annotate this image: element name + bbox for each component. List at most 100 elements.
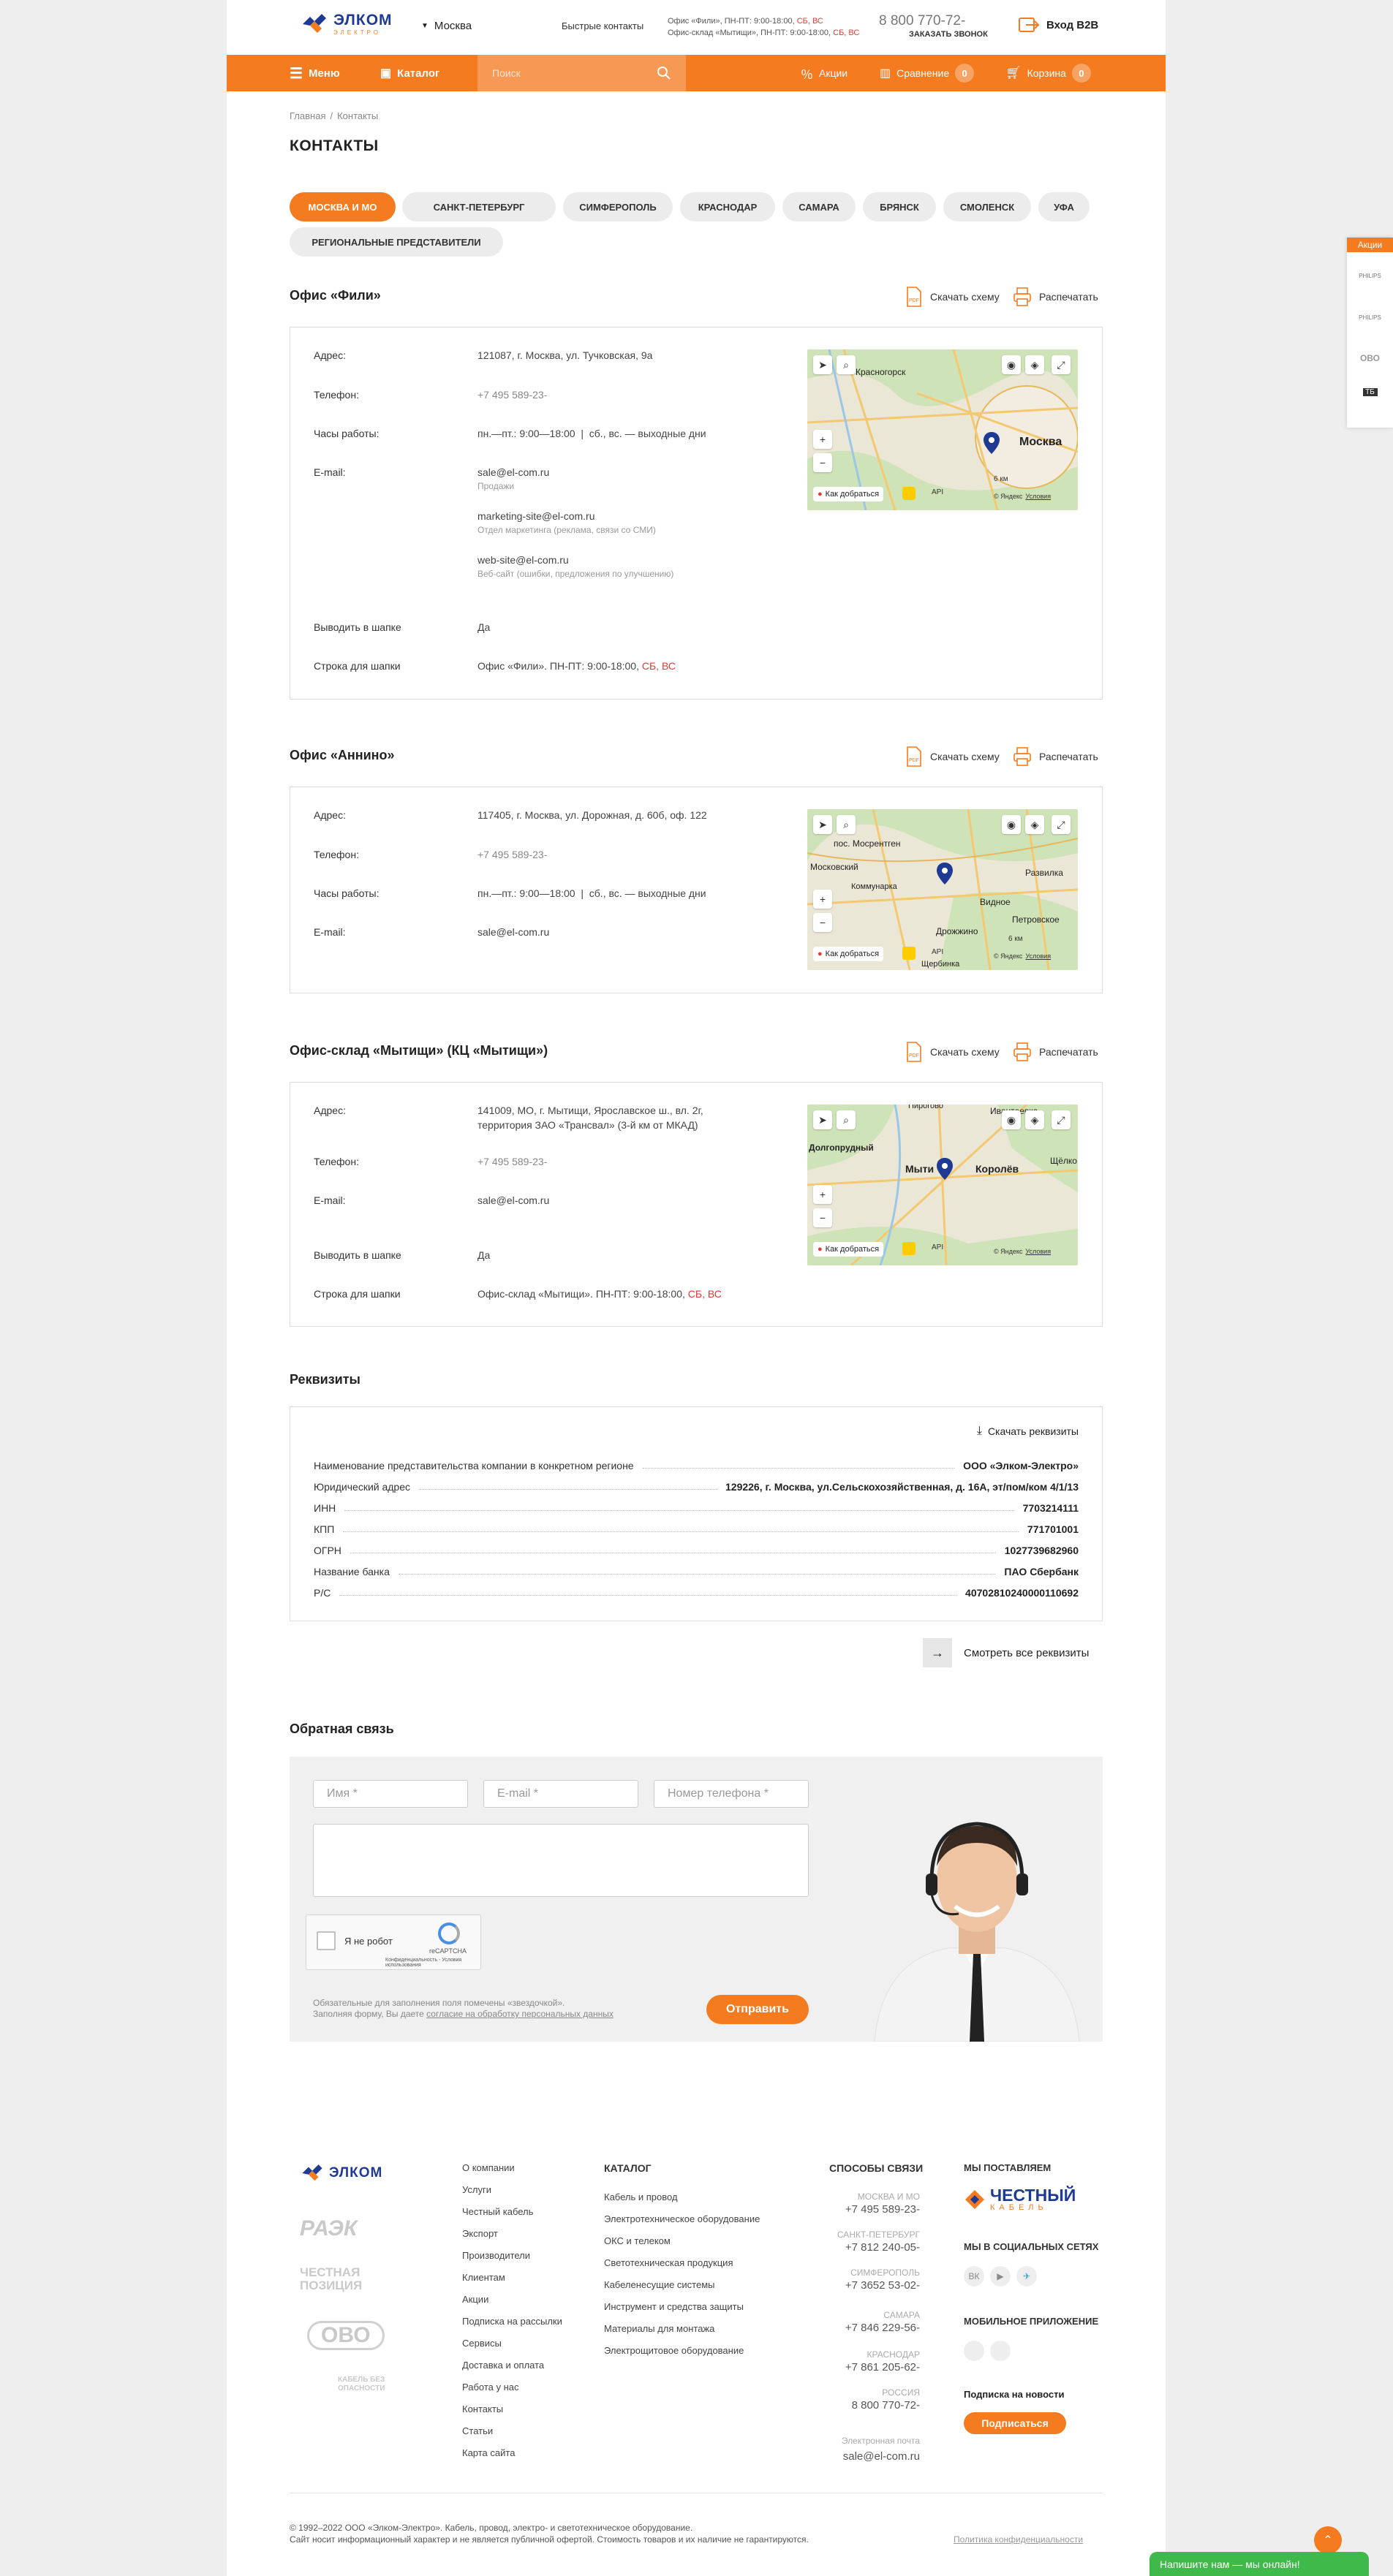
- map-search-icon[interactable]: ⌕: [837, 1110, 856, 1129]
- city-tab-smolensk[interactable]: Смоленск: [943, 192, 1031, 221]
- subscribe-button[interactable]: Подписаться: [964, 2412, 1066, 2434]
- fullscreen-icon[interactable]: ⤢: [1052, 355, 1071, 374]
- print-button[interactable]: Распечатать: [1013, 287, 1098, 307]
- footer-catalog-link[interactable]: Материалы для монтажа: [604, 2323, 714, 2334]
- yandex-map[interactable]: пос. Мосрентген Московский Коммунарка Ра…: [807, 809, 1078, 970]
- zoom-in-icon[interactable]: +: [813, 430, 832, 449]
- footer-link[interactable]: Экспорт: [462, 2228, 498, 2239]
- map-terms-link[interactable]: Условия: [1025, 493, 1051, 500]
- footer-link[interactable]: Услуги: [462, 2184, 491, 2195]
- email-link[interactable]: web-site@el-com.ru: [477, 554, 569, 566]
- recaptcha-checkbox[interactable]: [317, 1931, 336, 1950]
- footer-contact-phone[interactable]: +7 3652 53-02-: [775, 2279, 920, 2292]
- phone-value[interactable]: +7 495 589-23-: [477, 849, 547, 860]
- footer-link[interactable]: Доставка и оплата: [462, 2360, 544, 2371]
- name-input[interactable]: Имя *: [313, 1780, 468, 1808]
- layers-icon[interactable]: ◈: [1025, 355, 1044, 374]
- footer-link[interactable]: Сервисы: [462, 2338, 502, 2349]
- email-link[interactable]: marketing-site@el-com.ru: [477, 510, 594, 522]
- header-phone[interactable]: 8 800 770-72-: [879, 13, 965, 29]
- yandex-map[interactable]: Красногорск Москва ➤ ⌕ ◉ ◈ ⤢ + − ● Как до…: [807, 349, 1078, 510]
- map-pin-icon[interactable]: [983, 431, 1000, 455]
- footer-link[interactable]: Клиентам: [462, 2272, 505, 2283]
- footer-catalog-link[interactable]: Кабеленесущие системы: [604, 2279, 715, 2290]
- email-input[interactable]: E-mail *: [483, 1780, 638, 1808]
- fullscreen-icon[interactable]: ⤢: [1052, 815, 1071, 834]
- footer-catalog-link[interactable]: Светотехническая продукция: [604, 2257, 733, 2268]
- promos-link[interactable]: ％ Акции: [801, 55, 847, 91]
- side-brand-logo[interactable]: ОВО: [1347, 353, 1393, 363]
- map-search-icon[interactable]: ⌕: [837, 355, 856, 374]
- city-tab-krasnodar[interactable]: Краснодар: [680, 192, 775, 221]
- vk-icon[interactable]: ВК: [964, 2266, 984, 2287]
- traffic-icon[interactable]: ◉: [1002, 1110, 1021, 1129]
- see-all-requisites-link[interactable]: → Смотреть все реквизиты: [923, 1638, 1089, 1667]
- footer-link[interactable]: Подписка на рассылки: [462, 2316, 562, 2327]
- print-button[interactable]: Распечатать: [1013, 746, 1098, 767]
- phone-input[interactable]: Номер телефона *: [654, 1780, 809, 1808]
- youtube-icon[interactable]: ▶: [990, 2266, 1011, 2287]
- email-link[interactable]: sale@el-com.ru: [477, 926, 549, 938]
- zoom-out-icon[interactable]: −: [813, 1208, 832, 1227]
- footer-catalog-link[interactable]: Электротехническое оборудование: [604, 2213, 760, 2224]
- download-requisites-button[interactable]: ⤓ Скачать реквизиты: [977, 1425, 1079, 1438]
- submit-button[interactable]: Отправить: [706, 1995, 809, 2024]
- city-tab-spb[interactable]: Санкт-Петербург: [402, 192, 556, 221]
- scroll-top-button[interactable]: ⌃: [1314, 2526, 1342, 2554]
- city-tab-regional[interactable]: Региональные представители: [290, 227, 503, 257]
- fullscreen-icon[interactable]: ⤢: [1052, 1110, 1071, 1129]
- city-tab-moscow[interactable]: Москва и МО: [290, 192, 396, 221]
- footer-link[interactable]: Работа у нас: [462, 2382, 519, 2393]
- b2b-login[interactable]: Вход B2B: [1019, 17, 1098, 33]
- layers-icon[interactable]: ◈: [1025, 1110, 1044, 1129]
- phone-value[interactable]: +7 495 589-23-: [477, 389, 547, 401]
- city-selector[interactable]: ▼ Москва: [421, 20, 472, 32]
- telegram-icon[interactable]: ✈: [1016, 2266, 1037, 2287]
- callback-link[interactable]: ЗАКАЗАТЬ ЗВОНОК: [909, 30, 988, 39]
- footer-link[interactable]: О компании: [462, 2162, 515, 2173]
- message-textarea[interactable]: [313, 1824, 809, 1897]
- download-scheme-button[interactable]: PDF Скачать схему: [905, 287, 1000, 307]
- catalog-button[interactable]: ▣ Каталог: [380, 55, 439, 91]
- download-scheme-button[interactable]: PDF Скачать схему: [905, 1042, 1000, 1062]
- map-pin-icon[interactable]: [936, 862, 954, 885]
- route-button[interactable]: ● Как добраться: [813, 947, 884, 961]
- chat-widget[interactable]: Напишите нам — мы онлайн!: [1149, 2552, 1369, 2576]
- yandex-map[interactable]: Мыти Королёв Щёлко Ивантеевка Долгопрудн…: [807, 1105, 1078, 1265]
- city-tab-simferopol[interactable]: Симферополь: [563, 192, 673, 221]
- menu-button[interactable]: ☰ Меню: [290, 55, 340, 91]
- layers-icon[interactable]: ◈: [1025, 815, 1044, 834]
- footer-catalog-link[interactable]: Кабель и провод: [604, 2192, 678, 2202]
- side-promos-label[interactable]: Акции: [1347, 238, 1393, 252]
- breadcrumb-home[interactable]: Главная: [290, 110, 325, 121]
- footer-catalog-link[interactable]: Электрощитовое оборудование: [604, 2345, 744, 2356]
- footer-link[interactable]: Производители: [462, 2250, 530, 2261]
- cart-link[interactable]: 🛒︎ Корзина 0: [1005, 55, 1091, 91]
- route-button[interactable]: ● Как добраться: [813, 487, 884, 501]
- geolocation-icon[interactable]: ➤: [813, 355, 832, 374]
- search-icon[interactable]: [657, 66, 671, 80]
- footer-contact-phone[interactable]: +7 495 589-23-: [775, 2203, 920, 2216]
- city-tab-bryansk[interactable]: Брянск: [863, 192, 936, 221]
- privacy-link[interactable]: Политика конфиденциальности: [954, 2534, 1083, 2545]
- footer-email-link[interactable]: sale@el-com.ru: [775, 2450, 920, 2463]
- search-input[interactable]: Поиск: [492, 67, 521, 79]
- email-link[interactable]: sale@el-com.ru: [477, 466, 549, 478]
- side-brand-logo[interactable]: ТБ: [1362, 388, 1378, 396]
- city-tab-ufa[interactable]: Уфа: [1038, 192, 1090, 221]
- map-terms-link[interactable]: Условия: [1025, 952, 1051, 960]
- footer-link[interactable]: Карта сайта: [462, 2447, 515, 2458]
- footer-contact-phone[interactable]: +7 861 205-62-: [775, 2361, 920, 2374]
- search-bar[interactable]: Поиск: [477, 55, 686, 91]
- logo[interactable]: ЭЛКОМ ЭЛЕКТРО: [300, 12, 393, 36]
- honest-cable-logo[interactable]: ЧЕСТНЫЙ КАБЕЛЬ: [964, 2187, 1076, 2212]
- footer-link[interactable]: Акции: [462, 2294, 488, 2305]
- traffic-icon[interactable]: ◉: [1002, 815, 1021, 834]
- consent-link[interactable]: согласие на обработку персональных данны…: [426, 2009, 614, 2019]
- zoom-out-icon[interactable]: −: [813, 913, 832, 932]
- download-scheme-button[interactable]: PDF Скачать схему: [905, 746, 1000, 767]
- android-icon[interactable]: [990, 2341, 1011, 2361]
- footer-catalog-link[interactable]: Инструмент и средства защиты: [604, 2301, 744, 2312]
- footer-contact-phone[interactable]: 8 800 770-72-: [775, 2399, 920, 2412]
- footer-link[interactable]: Честный кабель: [462, 2206, 533, 2217]
